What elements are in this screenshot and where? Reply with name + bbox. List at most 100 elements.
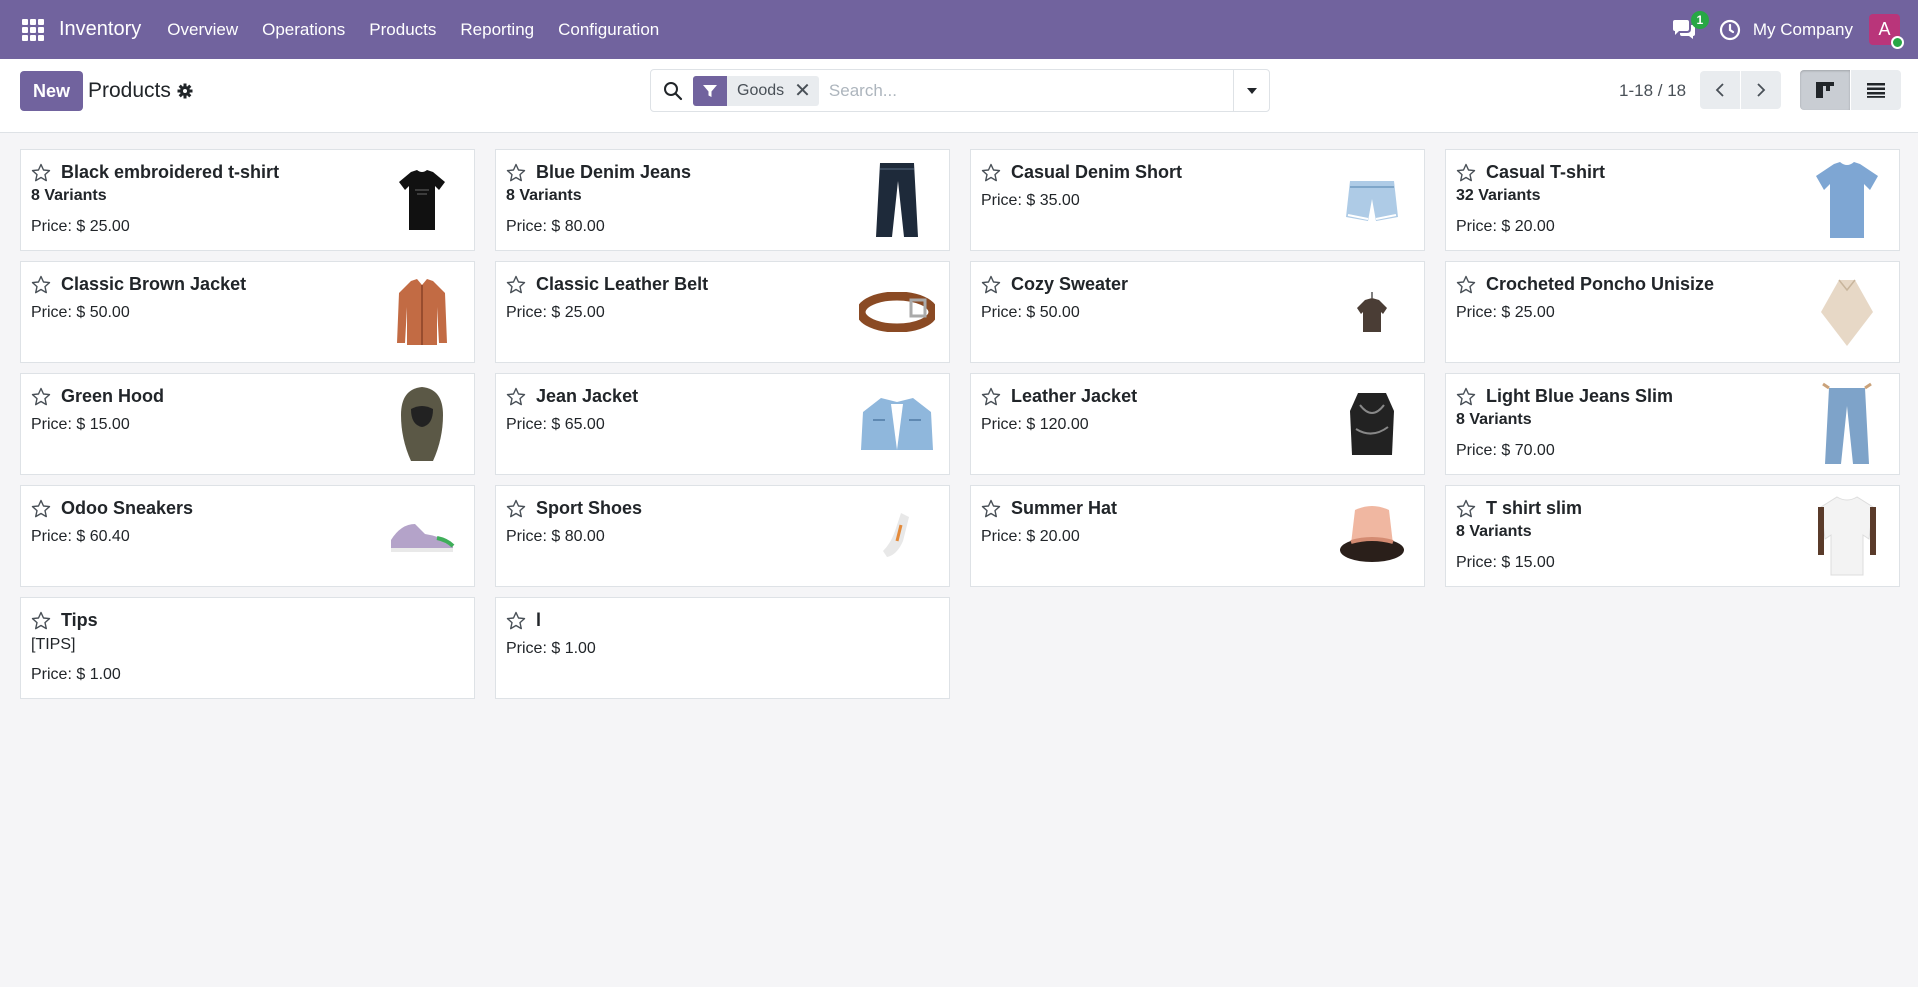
favorite-star-icon[interactable] — [1456, 499, 1476, 519]
product-card[interactable]: Black embroidered t-shirt 8 Variants Price… — [20, 149, 475, 251]
product-price: Price: $ 15.00 — [31, 416, 130, 433]
menu-products[interactable]: Products — [357, 20, 448, 40]
product-card[interactable]: Cozy Sweater Price: $ 50.00 — [970, 261, 1425, 363]
gear-icon[interactable] — [177, 83, 193, 99]
menu-configuration[interactable]: Configuration — [546, 20, 671, 40]
favorite-star-icon[interactable] — [506, 387, 526, 407]
product-card[interactable]: Classic Leather Belt Price: $ 25.00 — [495, 261, 950, 363]
favorite-star-icon[interactable] — [506, 499, 526, 519]
avatar-initial: A — [1878, 19, 1891, 39]
product-variants[interactable]: 8 Variants — [506, 187, 582, 205]
favorite-star-icon[interactable] — [1456, 163, 1476, 183]
product-card[interactable]: Odoo Sneakers Price: $ 60.40 — [20, 485, 475, 587]
product-variants[interactable]: 8 Variants — [31, 187, 107, 205]
product-variants[interactable]: 32 Variants — [1456, 187, 1541, 205]
favorite-star-icon[interactable] — [31, 275, 51, 295]
product-card-header: Sport Shoes — [506, 498, 642, 519]
favorite-star-icon[interactable] — [31, 387, 51, 407]
product-card[interactable]: Sport Shoes Price: $ 80.00 — [495, 485, 950, 587]
product-name: Black embroidered t-shirt — [61, 162, 280, 182]
product-card-header: Blue Denim Jeans — [506, 162, 691, 183]
product-card[interactable]: Classic Brown Jacket Price: $ 50.00 — [20, 261, 475, 363]
product-name: Tips — [61, 610, 98, 630]
product-card-header: Odoo Sneakers — [31, 498, 193, 519]
favorite-star-icon[interactable] — [506, 611, 526, 631]
favorite-star-icon[interactable] — [31, 163, 51, 183]
search-icon[interactable] — [663, 81, 683, 101]
menu-operations[interactable]: Operations — [250, 20, 357, 40]
favorite-star-icon[interactable] — [1456, 275, 1476, 295]
product-variants[interactable]: 8 Variants — [1456, 523, 1532, 541]
product-image-sneakers — [382, 496, 462, 576]
new-button[interactable]: New — [20, 71, 83, 111]
pager-previous-button[interactable] — [1700, 71, 1740, 109]
chat-icon[interactable]: 1 — [1671, 10, 1709, 41]
product-image-poncho — [1807, 272, 1887, 352]
product-card-header: Jean Jacket — [506, 386, 638, 407]
favorite-star-icon[interactable] — [981, 163, 1001, 183]
filter-icon — [693, 75, 727, 106]
product-image-sweater — [1332, 272, 1412, 352]
product-card[interactable]: Blue Denim Jeans 8 Variants Price: $ 80.00 — [495, 149, 950, 251]
product-name: Blue Denim Jeans — [536, 162, 692, 182]
product-name: l — [536, 610, 542, 630]
product-name: T shirt slim — [1486, 498, 1583, 518]
product-price: Price: $ 80.00 — [506, 218, 605, 235]
remove-facet-close-icon[interactable]: ✕ — [792, 76, 819, 106]
pager-value[interactable]: 1-18 / 18 — [1619, 81, 1686, 101]
product-price: Price: $ 120.00 — [981, 416, 1089, 433]
product-card[interactable]: Tips [TIPS] Price: $ 1.00 — [20, 597, 475, 699]
product-card-header: Casual Denim Short — [981, 162, 1182, 183]
caret-down-icon — [1246, 87, 1257, 94]
product-image-light-jeans — [1807, 382, 1887, 464]
favorite-star-icon[interactable] — [981, 275, 1001, 295]
menu-reporting[interactable]: Reporting — [448, 20, 546, 40]
product-price: Price: $ 60.40 — [31, 528, 130, 545]
product-reference: [TIPS] — [31, 636, 76, 653]
product-price: Price: $ 1.00 — [506, 640, 596, 657]
product-variants[interactable]: 8 Variants — [1456, 411, 1532, 429]
app-name[interactable]: Inventory — [59, 18, 141, 41]
favorite-star-icon[interactable] — [31, 499, 51, 519]
product-card-header: Black embroidered t-shirt — [31, 162, 279, 183]
favorite-star-icon[interactable] — [981, 387, 1001, 407]
product-name: Summer Hat — [1011, 498, 1118, 518]
favorite-star-icon[interactable] — [506, 163, 526, 183]
product-price: Price: $ 65.00 — [506, 416, 605, 433]
online-status-dot — [1891, 36, 1904, 49]
product-card[interactable]: Green Hood Price: $ 15.00 — [20, 373, 475, 475]
company-switcher[interactable]: My Company — [1753, 20, 1853, 40]
product-card[interactable]: Jean Jacket Price: $ 65.00 — [495, 373, 950, 475]
favorite-star-icon[interactable] — [981, 499, 1001, 519]
product-image-white-tshirt — [1807, 496, 1887, 576]
kanban-view-button[interactable] — [1800, 70, 1850, 110]
product-card[interactable]: T shirt slim 8 Variants Price: $ 15.00 — [1445, 485, 1900, 587]
product-card[interactable]: Leather Jacket Price: $ 120.00 — [970, 373, 1425, 475]
product-card-header: Casual T-shirt — [1456, 162, 1605, 183]
menu-overview[interactable]: Overview — [155, 20, 250, 40]
favorite-star-icon[interactable] — [31, 611, 51, 631]
product-card[interactable]: Summer Hat Price: $ 20.00 — [970, 485, 1425, 587]
product-name: Cozy Sweater — [1011, 274, 1129, 294]
product-image-leather-jacket — [1332, 384, 1412, 464]
product-card-header: Crocheted Poncho Unisize — [1456, 274, 1714, 295]
product-card[interactable]: Casual Denim Short Price: $ 35.00 — [970, 149, 1425, 251]
search-options-toggle[interactable] — [1233, 70, 1269, 111]
app-menu-grid-icon[interactable] — [22, 18, 44, 41]
product-card-header: T shirt slim — [1456, 498, 1582, 519]
product-name: Leather Jacket — [1011, 386, 1138, 406]
user-avatar[interactable]: A — [1869, 14, 1904, 49]
activity-clock-icon[interactable] — [1719, 19, 1741, 41]
product-price: Price: $ 25.00 — [31, 218, 130, 235]
product-name: Sport Shoes — [536, 498, 643, 518]
list-view-button[interactable] — [1851, 70, 1901, 110]
search-input[interactable] — [828, 80, 1209, 101]
pager-next-button[interactable] — [1741, 71, 1781, 109]
product-card[interactable]: Casual T-shirt 32 Variants Price: $ 20.00 — [1445, 149, 1900, 251]
product-card[interactable]: Crocheted Poncho Unisize Price: $ 25.00 — [1445, 261, 1900, 363]
product-image-brown-jacket — [382, 272, 462, 352]
favorite-star-icon[interactable] — [506, 275, 526, 295]
product-card[interactable]: l Price: $ 1.00 — [495, 597, 950, 699]
product-card[interactable]: Light Blue Jeans Slim 8 Variants Price: $ … — [1445, 373, 1900, 475]
favorite-star-icon[interactable] — [1456, 387, 1476, 407]
